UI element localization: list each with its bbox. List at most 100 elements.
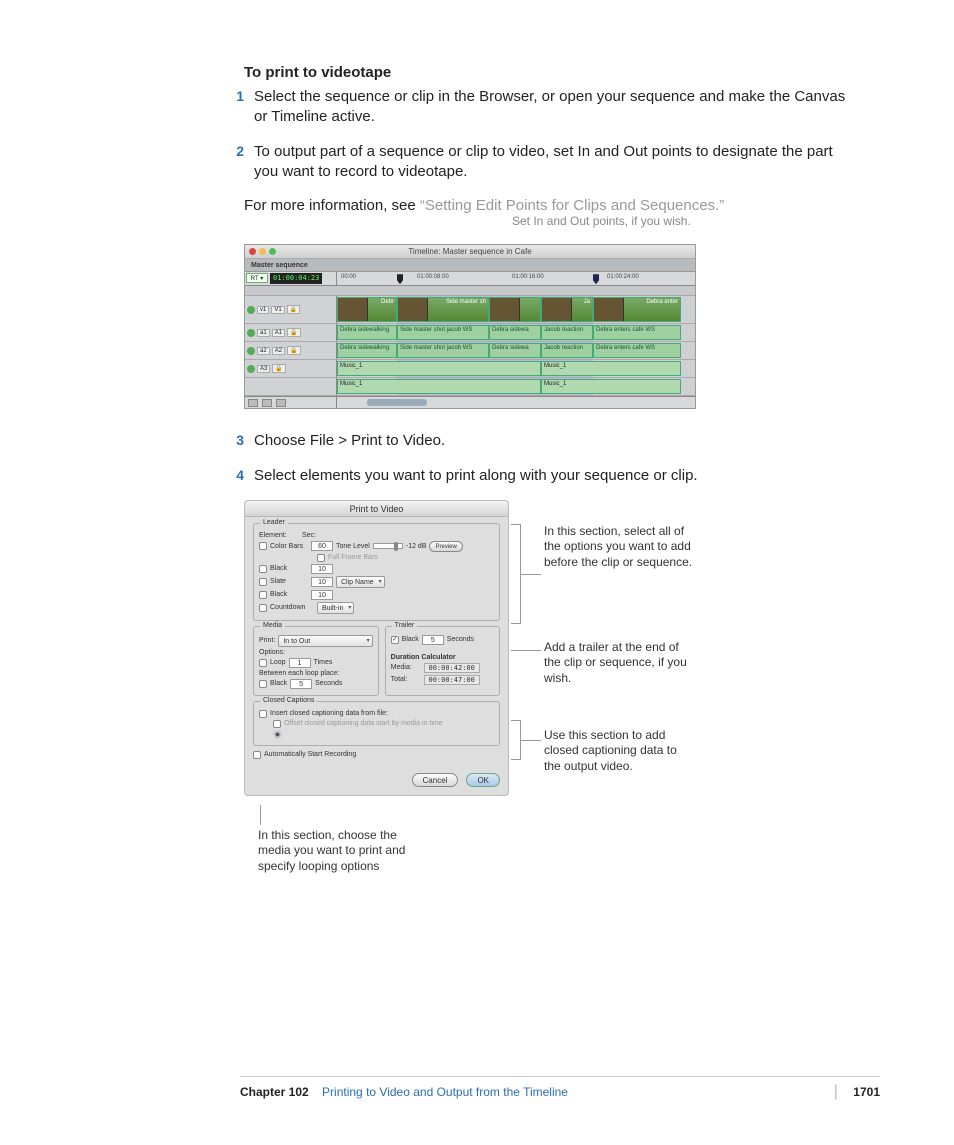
tool-icon[interactable] bbox=[262, 399, 272, 407]
black-checkbox[interactable] bbox=[259, 591, 267, 599]
rt-button[interactable]: RT ▾ bbox=[246, 273, 268, 283]
window-title: Timeline: Master sequence in Cafe bbox=[408, 247, 531, 256]
video-clip[interactable]: Ja bbox=[541, 297, 593, 322]
track-dst-label[interactable]: A3 bbox=[257, 365, 270, 373]
audio-clip[interactable]: Jacob reaction bbox=[541, 325, 593, 340]
audio-clip[interactable]: Debra sidewa bbox=[489, 343, 541, 358]
print-dropdown[interactable]: In to Out bbox=[278, 635, 372, 647]
auto-start-checkbox[interactable] bbox=[253, 751, 261, 759]
sec-input[interactable]: 10 bbox=[311, 577, 333, 587]
field-label: Times bbox=[314, 659, 333, 666]
chapter-label: Chapter 102 bbox=[240, 1085, 309, 1099]
audio-clip[interactable]: Jacob reaction bbox=[541, 343, 593, 358]
between-black-checkbox[interactable] bbox=[259, 680, 267, 688]
music-clip[interactable]: Music_1 bbox=[337, 361, 541, 376]
checkbox-label: Black bbox=[270, 565, 308, 572]
track-src-label[interactable]: a1 bbox=[257, 329, 270, 337]
music-clip[interactable]: Music_1 bbox=[541, 361, 681, 376]
color-bars-checkbox[interactable] bbox=[259, 542, 267, 550]
timeline-figure: Set In and Out points, if you wish. Time… bbox=[244, 244, 860, 409]
sequence-tab[interactable]: Master sequence bbox=[245, 259, 695, 272]
sec-input[interactable]: 5 bbox=[422, 635, 444, 645]
leader-group: Leader Element: Sec: Color Bars 60 Tone … bbox=[253, 523, 500, 621]
info-paragraph: For more information, see “Setting Edit … bbox=[244, 196, 860, 216]
music-clip[interactable]: Music_1 bbox=[337, 379, 541, 394]
out-point-marker[interactable] bbox=[593, 274, 599, 284]
slate-checkbox[interactable] bbox=[259, 578, 267, 586]
field-label: Tone Level bbox=[336, 543, 370, 550]
audio-clip[interactable]: Debra enters cafe WS bbox=[593, 343, 681, 358]
ruler[interactable]: 00:00 01:00:08:00 01:00:16:00 01:00:24:0… bbox=[337, 272, 695, 285]
sec-input[interactable]: 10 bbox=[311, 564, 333, 574]
audio-clip[interactable]: Side master shot jacob WS bbox=[397, 325, 489, 340]
tool-icon[interactable] bbox=[276, 399, 286, 407]
music-clip[interactable]: Music_1 bbox=[541, 379, 681, 394]
track-enable-icon[interactable] bbox=[247, 306, 255, 314]
checkbox-label: Automatically Start Recording bbox=[264, 751, 356, 758]
lock-icon[interactable]: 🔒 bbox=[287, 346, 300, 355]
track-dst-label[interactable]: V1 bbox=[271, 306, 284, 314]
track-src-label[interactable]: a2 bbox=[257, 347, 270, 355]
callout-text: Set In and Out points, if you wish. bbox=[512, 214, 691, 228]
video-clip[interactable]: Debr bbox=[337, 297, 397, 322]
scroll-thumb[interactable] bbox=[367, 399, 427, 406]
checkbox-label: Color Bars bbox=[270, 543, 308, 550]
preview-button[interactable]: Preview bbox=[429, 541, 462, 552]
lock-icon[interactable]: 🔒 bbox=[287, 328, 300, 337]
step-text: To output part of a sequence or clip to … bbox=[254, 142, 860, 183]
field-label: Print: bbox=[259, 637, 275, 644]
track-src-label[interactable]: v1 bbox=[257, 306, 269, 314]
info-text: For more information, see bbox=[244, 197, 420, 214]
tick-label: 01:00:16:00 bbox=[512, 274, 544, 280]
sec-input[interactable]: 60 bbox=[311, 541, 333, 551]
trailer-black-checkbox[interactable] bbox=[391, 636, 399, 644]
lock-icon[interactable]: 🔒 bbox=[287, 305, 300, 314]
tool-icon[interactable] bbox=[248, 399, 258, 407]
track-enable-icon[interactable] bbox=[247, 365, 255, 373]
step-number: 2 bbox=[220, 142, 254, 183]
audio-clip[interactable]: Debra sidewalking bbox=[337, 343, 397, 358]
trailer-group: Trailer Black 5 Seconds Duration Calcula… bbox=[385, 626, 500, 696]
video-clip[interactable]: Side master sh bbox=[397, 297, 489, 322]
lock-icon[interactable]: 🔒 bbox=[272, 364, 285, 373]
track-enable-icon[interactable] bbox=[247, 347, 255, 355]
field-label: Seconds bbox=[315, 680, 342, 687]
cancel-button[interactable]: Cancel bbox=[412, 773, 459, 787]
checkbox-label: Offset closed captioning data start by m… bbox=[284, 720, 443, 727]
audio-clip[interactable]: Side master shot jacob WS bbox=[397, 343, 489, 358]
track-dst-label[interactable]: A2 bbox=[272, 347, 285, 355]
video-track-row: v1 V1 🔒 Debr Side master sh Ja Debra ent… bbox=[245, 296, 695, 324]
black-checkbox[interactable] bbox=[259, 565, 267, 573]
track-enable-icon[interactable] bbox=[247, 329, 255, 337]
slate-dropdown[interactable]: Clip Name bbox=[336, 576, 385, 588]
countdown-checkbox[interactable] bbox=[259, 604, 267, 612]
checkbox-label: Black bbox=[270, 680, 287, 687]
checkbox-label: Slate bbox=[270, 578, 308, 585]
track-dst-label[interactable]: A1 bbox=[272, 329, 285, 337]
loop-input[interactable]: 1 bbox=[289, 658, 311, 668]
file-chooser-icon[interactable] bbox=[273, 730, 282, 739]
timecode-field[interactable]: 01:00:04:23 bbox=[270, 273, 322, 284]
ok-button[interactable]: OK bbox=[466, 773, 500, 787]
audio-clip[interactable]: Debra sidewalking bbox=[337, 325, 397, 340]
cc-insert-checkbox[interactable] bbox=[259, 710, 267, 718]
field-label: Media: bbox=[391, 664, 421, 671]
group-label: Trailer bbox=[392, 622, 418, 629]
db-label: -12 dB bbox=[406, 543, 427, 550]
window-titlebar: Timeline: Master sequence in Cafe bbox=[245, 245, 695, 259]
loop-checkbox[interactable] bbox=[259, 659, 267, 667]
step-number: 4 bbox=[220, 466, 254, 486]
traffic-light-icons[interactable] bbox=[249, 248, 256, 255]
audio-clip[interactable]: Debra enters cafe WS bbox=[593, 325, 681, 340]
info-link[interactable]: “Setting Edit Points for Clips and Seque… bbox=[420, 197, 724, 214]
video-clip[interactable] bbox=[489, 297, 541, 322]
audio-clip[interactable]: Debra sidewa bbox=[489, 325, 541, 340]
annotation-text: Use this section to add closed captionin… bbox=[544, 728, 694, 775]
video-clip[interactable]: Debra enter bbox=[593, 297, 681, 322]
sec-input[interactable]: 10 bbox=[311, 590, 333, 600]
timeline-scrollbar[interactable] bbox=[245, 396, 695, 408]
checkbox-label: Black bbox=[402, 636, 419, 643]
countdown-dropdown[interactable]: Built-in bbox=[317, 602, 354, 614]
sec-input[interactable]: 5 bbox=[290, 679, 312, 689]
in-point-marker[interactable] bbox=[397, 274, 403, 284]
